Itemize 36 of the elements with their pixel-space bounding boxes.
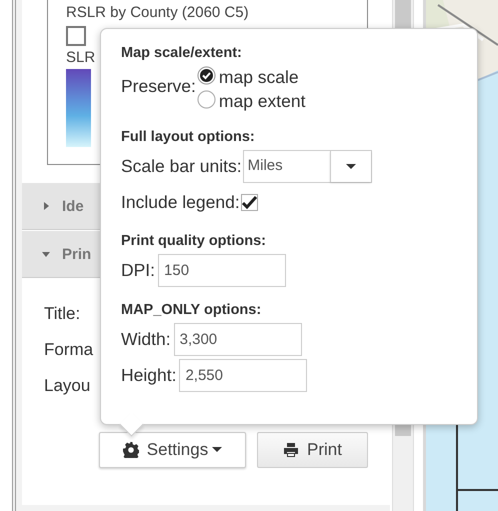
- checkbox[interactable]: [240, 194, 258, 210]
- section-title: Prin: [62, 246, 92, 262]
- radio-button[interactable]: [196, 90, 216, 109]
- input-field[interactable]: 3,300: [174, 323, 302, 356]
- legend-symbol: [66, 26, 86, 46]
- section-header[interactable]: Ide: [22, 182, 100, 230]
- printer-icon: [283, 442, 300, 458]
- field-label: Title:: [44, 303, 80, 325]
- field-label: Height:: [121, 365, 176, 386]
- legend-label: SLR: [66, 49, 96, 66]
- field-label: Include legend:: [121, 192, 240, 212]
- section-title: Ide: [62, 198, 84, 214]
- section-header[interactable]: Prin: [22, 230, 100, 278]
- settings-button[interactable]: Settings: [99, 432, 246, 468]
- scrollbar-button[interactable]: [395, 424, 411, 436]
- field-label: Width:: [121, 329, 171, 350]
- radio-label: map extent: [218, 90, 306, 112]
- field-label: Preserve:: [121, 76, 196, 97]
- section-heading: Print quality options:: [121, 233, 267, 249]
- caret-down-icon: [212, 447, 222, 453]
- field-label: Forma: [44, 339, 94, 361]
- print-button[interactable]: Print: [257, 432, 368, 468]
- settings-icon: [122, 442, 139, 458]
- field-label: Layou: [44, 375, 90, 397]
- section-heading: MAP_ONLY options:: [121, 302, 262, 318]
- radio-button[interactable]: [196, 66, 216, 85]
- field-label: DPI:: [121, 260, 156, 281]
- input-field[interactable]: 150: [158, 254, 286, 287]
- section-heading: Full layout options:: [121, 129, 256, 145]
- section-heading: Map scale/extent:: [121, 45, 243, 61]
- field-label: Scale bar units:: [121, 156, 242, 177]
- input-field[interactable]: 2,550: [179, 359, 308, 392]
- layer-title: RSLR by County (2060 C5): [66, 4, 249, 21]
- units-dropdown[interactable]: Miles: [242, 150, 372, 183]
- radio-label: map scale: [218, 66, 299, 88]
- caret-down-icon: [346, 164, 356, 170]
